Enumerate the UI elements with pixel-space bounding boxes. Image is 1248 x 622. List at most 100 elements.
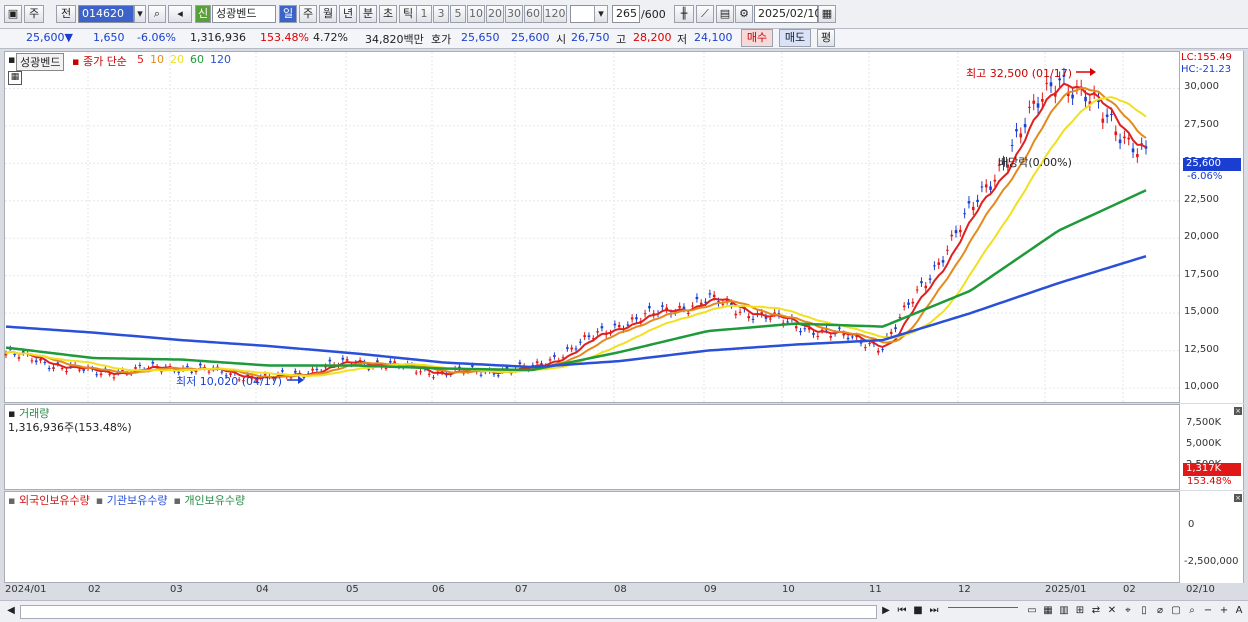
candle-body (695, 296, 699, 300)
candle-body (630, 317, 634, 320)
tool-icon-5[interactable]: ⇄ (1089, 604, 1103, 618)
tool-icon-4[interactable]: ⊞ (1073, 604, 1087, 618)
candle-body (984, 184, 988, 188)
candle-body (496, 375, 500, 377)
candle-body (13, 354, 16, 356)
scroll-left-icon[interactable]: ◀ (4, 604, 18, 618)
zoom-out-icon[interactable]: − (1201, 604, 1215, 618)
candle-body (794, 326, 798, 329)
candle-body (682, 306, 686, 309)
x-axis-label: 10 (782, 584, 795, 595)
candle-body (505, 366, 509, 369)
candle-body (635, 317, 638, 320)
candle-body (812, 332, 815, 335)
candle-body (915, 289, 919, 291)
stock-name-tag[interactable]: 성광벤드 (16, 53, 65, 71)
tool-icon-9[interactable]: ▢ (1169, 604, 1183, 618)
candle-body (138, 364, 142, 366)
candle-body (427, 373, 431, 375)
forward-icon[interactable]: ⏭ (927, 604, 941, 618)
zoom-in-icon[interactable]: + (1217, 604, 1231, 618)
candle-body (864, 347, 867, 349)
candle-body (799, 331, 802, 333)
candle-body (963, 213, 966, 215)
candle-body (78, 369, 81, 371)
candle-body (1045, 82, 1048, 84)
ma-label-text: 종가 단순 (82, 55, 127, 68)
candle-body (535, 361, 539, 364)
candle-body (816, 335, 820, 337)
candle-body (747, 316, 751, 319)
candle-body (1049, 82, 1053, 87)
candle-body (302, 377, 306, 379)
candle-body (613, 323, 617, 326)
tool-icon-8[interactable]: ⌀ (1153, 604, 1167, 618)
candle-body (907, 302, 910, 305)
x-axis-label: 11 (869, 584, 882, 595)
candle-body (898, 317, 902, 319)
candle-body (1023, 124, 1027, 128)
candle-body (281, 370, 284, 372)
low-annotation: 최저 10,020 (04/17) (176, 375, 283, 388)
x-axis-label: 03 (170, 584, 183, 595)
holding-legend-item: 외국인보유수량 (18, 494, 90, 507)
candle-body (432, 377, 435, 379)
holding-y-tick: 0 (1188, 519, 1195, 530)
candle-body (1032, 100, 1036, 104)
candle-body (587, 335, 591, 338)
candle-body (294, 370, 297, 373)
candle-body (838, 327, 841, 329)
scroll-right-icon[interactable]: ▶ (879, 604, 893, 618)
candle-body (734, 313, 738, 316)
ma10-line (5, 87, 1147, 379)
candle-body (199, 363, 202, 366)
x-axis-label: 12 (958, 584, 971, 595)
candle-body (1114, 131, 1118, 136)
lc-label: LC:155.49 (1181, 52, 1232, 63)
ma-periods: 5 10 20 60 120 (137, 53, 237, 66)
candle-body (876, 350, 880, 353)
candle-body (376, 360, 379, 363)
stop-icon[interactable]: ■ (911, 604, 925, 618)
volume-close-icon[interactable]: × (1234, 407, 1242, 415)
candle-body (769, 318, 772, 320)
candle-body (548, 359, 552, 361)
holding-close-icon[interactable]: × (1234, 494, 1242, 502)
candle-body (151, 361, 155, 364)
crosshair-icon[interactable]: ✕ (1105, 604, 1119, 618)
font-size-icon[interactable]: A (1232, 604, 1246, 618)
price-y-tick: 27,500 (1184, 118, 1219, 130)
candle-body (328, 359, 332, 362)
table-icon[interactable]: ▦ (8, 71, 22, 85)
tool-icon-7[interactable]: ▯ (1137, 604, 1151, 618)
candle-body (751, 318, 755, 320)
x-axis-label: 2024/01 (5, 584, 47, 595)
candle-body (993, 179, 997, 182)
candle-body (920, 281, 923, 284)
tool-icon-1[interactable]: ▭ (1025, 604, 1039, 618)
scroll-track[interactable] (20, 605, 877, 619)
ma5-line (5, 82, 1147, 380)
ma60-line (5, 189, 1147, 372)
candle-body (1010, 144, 1014, 146)
tool-icon-3[interactable]: ▥ (1057, 604, 1071, 618)
candle-body (902, 305, 906, 308)
candle-body (30, 360, 34, 362)
candle-body (846, 337, 850, 340)
tool-icon-2[interactable]: ▦ (1041, 604, 1055, 618)
candle-body (691, 305, 694, 307)
candle-body (1101, 118, 1105, 123)
candle-body (47, 368, 51, 370)
volume-current-marker: 1,317K (1183, 463, 1241, 476)
panel-menu-icon[interactable]: ▪ (8, 53, 15, 66)
x-axis-label: 04 (256, 584, 269, 595)
holding-legend: ▪ 외국인보유수량 ▪ 기관보유수량 ▪ 개인보유수량 (8, 492, 251, 508)
candle-body (34, 360, 38, 363)
zoom-slider[interactable] (948, 607, 1018, 612)
candle-body (894, 327, 897, 330)
zoom-search-icon[interactable]: ⌕ (1185, 604, 1199, 618)
tool-icon-6[interactable]: ⌖ (1121, 604, 1135, 618)
ma-period-label: 120 (210, 53, 231, 66)
candle-body (1110, 113, 1113, 115)
rewind-icon[interactable]: ⏮ (895, 604, 909, 618)
